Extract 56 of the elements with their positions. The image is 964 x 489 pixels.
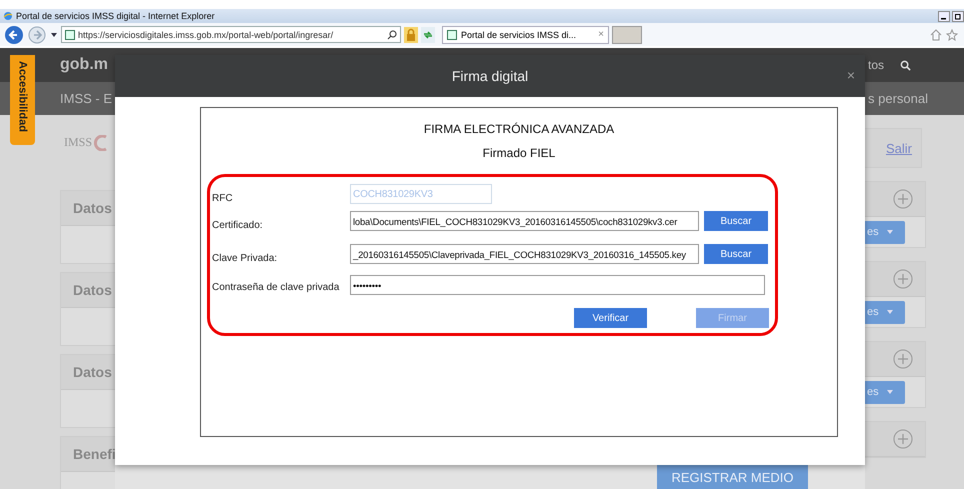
refresh-icon[interactable] [421, 26, 435, 42]
star-icon[interactable] [946, 28, 958, 40]
caret-icon [886, 390, 893, 394]
browser-tab[interactable]: Portal de servicios IMSS di... × [442, 26, 609, 44]
input-field[interactable]: loba\Documents\FIEL_COCH831029KV3_20160316145505\coch831029kv3.cer [350, 211, 699, 231]
site-subtitle: s personal [868, 91, 928, 106]
options-dropdown-button[interactable]: es [865, 300, 905, 324]
restore-icon [954, 12, 962, 20]
card-title: Datos [73, 200, 112, 216]
add-icon[interactable] [893, 429, 913, 449]
add-icon[interactable] [893, 269, 913, 289]
card-title: Datos [73, 364, 112, 380]
verify-button[interactable]: Verificar [574, 308, 647, 328]
home-icon[interactable] [930, 28, 942, 40]
browse-button[interactable]: Buscar [704, 211, 768, 231]
add-icon[interactable] [893, 189, 913, 209]
form-heading: FIRMA ELECTRÓNICA AVANZADA [422, 122, 616, 138]
logout-link[interactable]: Salir [886, 140, 912, 156]
globe-icon [3, 11, 13, 21]
options-dropdown-button[interactable]: es [865, 380, 905, 404]
register-button[interactable]: REGISTRAR MEDIO [657, 465, 808, 489]
caret-icon [886, 230, 893, 234]
logo-emblem-icon [94, 134, 108, 150]
window-title: Portal de servicios IMSS digital - Internet Explorer [16, 11, 215, 21]
options-dropdown-button[interactable]: es [865, 220, 905, 244]
nav-link[interactable]: tos [868, 58, 884, 72]
search-icon[interactable] [387, 30, 397, 40]
card-title: Datos [73, 282, 112, 298]
brand-logo: IMSS [64, 135, 92, 150]
accessibility-tab[interactable]: Accesibilidad [10, 55, 35, 145]
address-bar[interactable]: https://serviciosdigitales.imss.gob.mx/portal-web/portal/ingresar/ [61, 26, 401, 43]
close-button[interactable]: × [846, 67, 855, 83]
field-label: Certificado: [212, 220, 264, 230]
add-icon[interactable] [893, 349, 913, 369]
back-icon[interactable] [4, 24, 24, 44]
close-tab-button[interactable]: × [598, 29, 604, 40]
form-subheading: Firmado FIEL [482, 146, 556, 162]
restore-button[interactable] [952, 10, 964, 22]
field-label: RFC [212, 192, 234, 204]
site-logo[interactable]: gob.m [60, 56, 108, 74]
field-label: Contraseña de clave privada [212, 282, 340, 292]
dropdown-icon[interactable] [50, 30, 58, 38]
input-field[interactable]: _20160316145505\Claveprivada_FIEL_COCH831029KV3_20160316_145505.key [350, 244, 699, 264]
caret-icon [886, 310, 893, 314]
lock-icon[interactable] [404, 26, 418, 42]
new-tab-button[interactable] [612, 26, 642, 44]
site-icon [447, 30, 457, 40]
minimize-button[interactable] [938, 10, 950, 22]
site-subtitle: IMSS - E [60, 91, 112, 106]
card-title: Benefi [73, 446, 115, 462]
dialog-title: Firma digital [452, 68, 528, 84]
field-label: Clave Privada: [212, 252, 278, 264]
search-icon[interactable] [900, 60, 912, 70]
site-icon [65, 30, 75, 40]
input-field[interactable]: ••••••••• [350, 275, 765, 295]
browse-button[interactable]: Buscar [704, 244, 768, 264]
